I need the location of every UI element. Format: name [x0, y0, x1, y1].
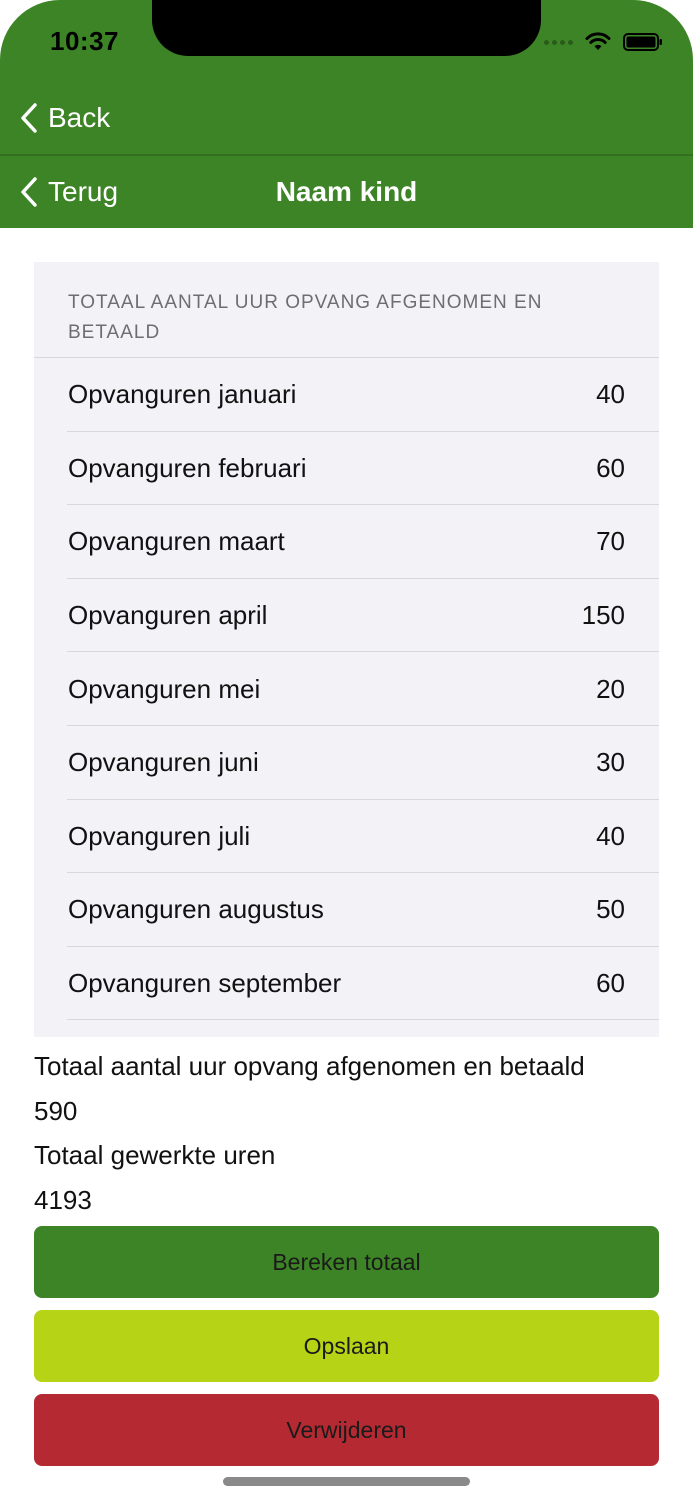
worked-hours-value: 4193	[34, 1184, 92, 1215]
row-value: 60	[596, 452, 625, 483]
row-value: 150	[581, 600, 625, 631]
row-label: Opvanguren september	[68, 968, 342, 999]
delete-button[interactable]: Verwijderen	[34, 1394, 659, 1466]
calculate-total-button[interactable]: Bereken totaal	[34, 1226, 659, 1298]
back-button-label: Back	[48, 102, 111, 133]
wifi-icon	[585, 32, 611, 50]
hours-section: TOTAAL AANTAL UUR OPVANG AFGENOMEN EN BE…	[34, 262, 659, 1037]
list-item[interactable]: Opvanguren september 60	[34, 947, 659, 1021]
row-value: 50	[596, 894, 625, 925]
list-item[interactable]: Opvanguren april 150	[34, 579, 659, 653]
total-hours-label: Totaal aantal uur opvang afgenomen en be…	[34, 1051, 585, 1081]
worked-hours-label: Totaal gewerkte uren	[34, 1140, 276, 1170]
phone-screen: 10:37 Back Terug Naam kind TOTAAL AANTAL…	[0, 0, 693, 1500]
row-value: 40	[596, 820, 625, 851]
chevron-left-icon	[21, 177, 37, 207]
cellular-signal-icon	[544, 39, 573, 45]
list-item[interactable]: Opvanguren januari 40	[34, 358, 659, 432]
total-hours-value: 590	[34, 1095, 78, 1126]
row-label: Opvanguren juli	[68, 820, 251, 851]
row-value: 40	[596, 379, 625, 410]
terug-button[interactable]: Terug	[20, 176, 118, 208]
hours-list: Opvanguren januari 40 Opvanguren februar…	[34, 358, 659, 1020]
row-label: Opvanguren januari	[68, 379, 297, 410]
list-item[interactable]: Opvanguren juli 40	[34, 800, 659, 874]
list-item[interactable]: Opvanguren februari 60	[34, 432, 659, 506]
outer-nav-bar: Back	[0, 82, 693, 154]
row-label: Opvanguren maart	[68, 526, 285, 557]
inner-nav-bar: Terug Naam kind	[0, 156, 693, 228]
totals-summary: Totaal aantal uur opvang afgenomen en be…	[34, 1044, 674, 1222]
list-item[interactable]: Opvanguren mei 20	[34, 652, 659, 726]
row-label: Opvanguren april	[68, 600, 268, 631]
home-indicator[interactable]	[223, 1477, 470, 1486]
list-item[interactable]: Opvanguren augustus 50	[34, 873, 659, 947]
row-value: 70	[596, 526, 625, 557]
back-button[interactable]: Back	[20, 102, 110, 134]
section-header: TOTAAL AANTAL UUR OPVANG AFGENOMEN EN BE…	[68, 292, 543, 343]
battery-icon	[623, 33, 662, 51]
status-time: 10:37	[50, 26, 119, 56]
chevron-left-icon	[21, 103, 37, 133]
status-icons	[544, 28, 663, 56]
row-label: Opvanguren juni	[68, 747, 259, 778]
save-button[interactable]: Opslaan	[34, 1310, 659, 1382]
row-value: 20	[596, 673, 625, 704]
app-header: 10:37 Back Terug Naam kind	[0, 0, 693, 228]
terug-button-label: Terug	[48, 176, 119, 207]
row-value: 30	[596, 747, 625, 778]
row-label: Opvanguren mei	[68, 673, 261, 704]
row-label: Opvanguren augustus	[68, 894, 324, 925]
row-label: Opvanguren februari	[68, 452, 307, 483]
row-value: 60	[596, 968, 625, 999]
device-notch	[152, 0, 541, 56]
list-item[interactable]: Opvanguren juni 30	[34, 726, 659, 800]
list-item[interactable]: Opvanguren maart 70	[34, 505, 659, 579]
